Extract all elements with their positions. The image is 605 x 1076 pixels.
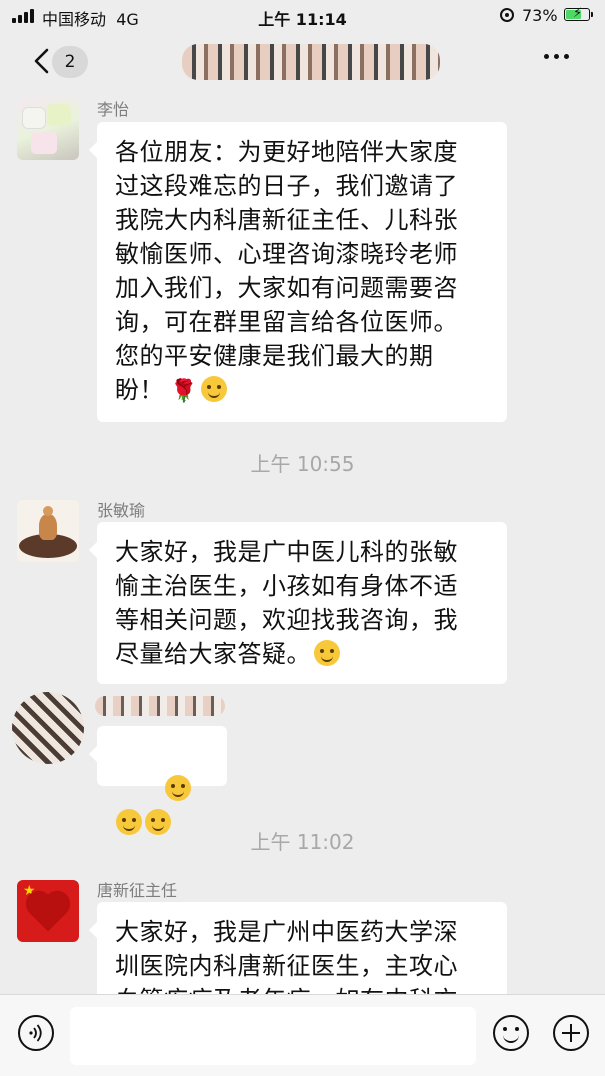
blush-icon: [164, 775, 191, 801]
chat-title-redacted: [182, 44, 440, 80]
unread-count-badge[interactable]: 2: [52, 46, 88, 78]
timestamp: 上午 10:55: [250, 452, 355, 476]
chat-header: 2: [0, 32, 605, 92]
message-text: 大家好，我是广中医儿科的张敏 愉主治医生，小孩如有身体不适 等相关问题，欢迎找我…: [115, 538, 458, 668]
heart-icon: [29, 894, 67, 932]
voice-icon: [29, 1024, 42, 1042]
avatar[interactable]: [17, 500, 79, 562]
battery-percent: 73%: [522, 6, 558, 25]
smile-icon: [200, 376, 227, 402]
orientation-lock-icon: [500, 8, 514, 22]
avatar-redacted[interactable]: [12, 692, 84, 764]
rose-icon: 🌹: [170, 379, 198, 404]
avatar[interactable]: ★: [17, 880, 79, 942]
message-bubble[interactable]: 各位朋友：为更好地陪伴大家度 过这段难忘的日子，我们邀请了 我院大内科唐新征主任…: [89, 122, 507, 422]
status-time: 上午 11:14: [258, 10, 347, 29]
status-bar: 中国移动 4G 上午 11:14 73% ⚡: [0, 0, 605, 32]
sender-name: 李怡: [97, 100, 130, 119]
more-button[interactable]: [544, 54, 569, 59]
sender-name: 张敏瑜: [97, 501, 146, 520]
smile-icon: [314, 640, 340, 666]
message-bubble[interactable]: 大家好，我是广州中医药大学深 圳医院内科唐新征医生，主攻心 血管疾病及老年病，如…: [89, 902, 507, 994]
plus-button[interactable]: [553, 1015, 589, 1051]
emoji-button[interactable]: [493, 1015, 529, 1051]
timestamp: 上午 11:02: [250, 830, 355, 854]
charging-icon: ⚡: [573, 6, 583, 21]
input-bar: [0, 994, 605, 1076]
voice-button[interactable]: [18, 1015, 54, 1051]
battery-icon: ⚡: [564, 6, 593, 21]
message-input[interactable]: [70, 1007, 476, 1065]
more-icon: [544, 54, 549, 59]
sender-name: 唐新征主任: [97, 881, 178, 900]
sender-name-redacted: [95, 696, 225, 716]
avatar[interactable]: [17, 98, 79, 160]
message-bubble[interactable]: [89, 726, 227, 835]
message-text: 大家好，我是广州中医药大学深 圳医院内科唐新征医生，主攻心 血管疾病及老年病，如…: [115, 918, 458, 994]
message-bubble[interactable]: 大家好，我是广中医儿科的张敏 愉主治医生，小孩如有身体不适 等相关问题，欢迎找我…: [89, 522, 507, 684]
chat-message-list[interactable]: 李怡 各位朋友：为更好地陪伴大家度 过这段难忘的日子，我们邀请了 我院大内科唐新…: [0, 92, 605, 994]
message-text: 各位朋友：为更好地陪伴大家度 过这段难忘的日子，我们邀请了 我院大内科唐新征主任…: [115, 138, 458, 404]
